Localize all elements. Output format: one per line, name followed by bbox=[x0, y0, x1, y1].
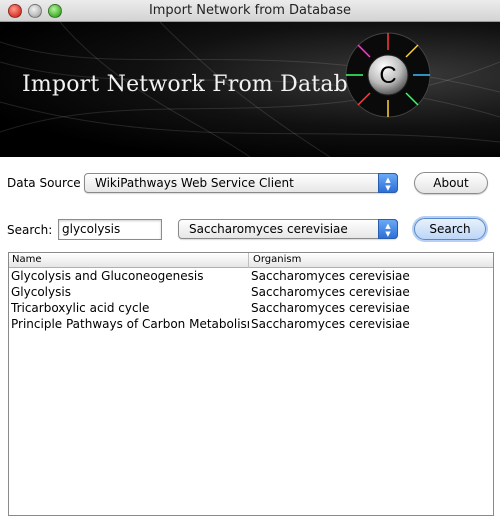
datasource-select[interactable]: WikiPathways Web Service Client ▲ ▼ bbox=[84, 173, 398, 193]
cell-organism: Saccharomyces cerevisiae bbox=[251, 317, 410, 331]
window-titlebar[interactable]: Import Network from Database bbox=[0, 0, 500, 22]
results-table[interactable]: Name Organism Glycolysis and Gluconeogen… bbox=[8, 252, 494, 516]
search-label: Search: bbox=[7, 223, 53, 237]
cell-name: Principle Pathways of Carbon Metabolism bbox=[11, 317, 249, 331]
table-body: Glycolysis and Gluconeogenesis Saccharom… bbox=[9, 268, 493, 332]
cell-organism: Saccharomyces cerevisiae bbox=[251, 269, 410, 283]
search-input[interactable]: glycolysis bbox=[58, 219, 162, 240]
cell-organism: Saccharomyces cerevisiae bbox=[251, 301, 410, 315]
window-title: Import Network from Database bbox=[148, 3, 352, 18]
datasource-label: Data Source bbox=[7, 176, 81, 190]
organism-select[interactable]: Saccharomyces cerevisiae ▲ ▼ bbox=[178, 219, 398, 239]
cell-organism: Saccharomyces cerevisiae bbox=[251, 285, 410, 299]
cell-name: Glycolysis bbox=[11, 285, 71, 299]
column-header-name[interactable]: Name bbox=[9, 253, 249, 268]
about-button[interactable]: About bbox=[414, 172, 488, 194]
table-row[interactable]: Glycolysis and Gluconeogenesis Saccharom… bbox=[9, 268, 493, 284]
logo-letter: C bbox=[379, 62, 396, 89]
cell-name: Glycolysis and Gluconeogenesis bbox=[11, 269, 204, 283]
chevron-updown-icon: ▲ ▼ bbox=[378, 173, 398, 193]
cell-name: Tricarboxylic acid cycle bbox=[11, 301, 150, 315]
datasource-selected-value: WikiPathways Web Service Client bbox=[95, 176, 294, 190]
table-row[interactable]: Glycolysis Saccharomyces cerevisiae bbox=[9, 284, 493, 300]
cytoscape-logo-icon: C bbox=[345, 32, 431, 118]
chevron-updown-icon: ▲ ▼ bbox=[378, 219, 398, 239]
table-row[interactable]: Principle Pathways of Carbon Metabolism … bbox=[9, 316, 493, 332]
banner-title: Import Network From Database bbox=[22, 72, 386, 97]
header-banner: Import Network From Database C bbox=[0, 22, 500, 157]
table-row[interactable]: Tricarboxylic acid cycle Saccharomyces c… bbox=[9, 300, 493, 316]
search-button[interactable]: Search bbox=[414, 218, 486, 240]
table-header: Name Organism bbox=[9, 253, 493, 268]
organism-selected-value: Saccharomyces cerevisiae bbox=[189, 222, 348, 236]
column-header-organism[interactable]: Organism bbox=[250, 253, 494, 268]
